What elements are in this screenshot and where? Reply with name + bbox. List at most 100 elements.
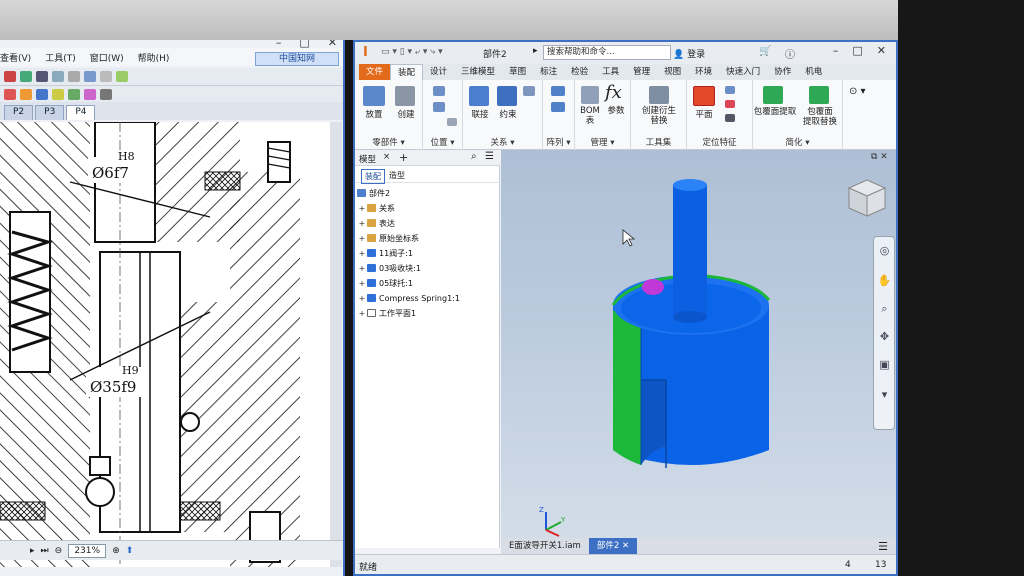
group-manage-label[interactable]: 管理 ▾ <box>575 136 630 148</box>
place-button[interactable]: 放置 <box>359 110 389 120</box>
orbit-icon[interactable]: ✥ <box>877 329 892 344</box>
page-icon[interactable] <box>116 71 128 82</box>
undo-icon[interactable] <box>4 71 16 82</box>
bom-button[interactable]: BOM 表 <box>577 106 603 126</box>
shrinkwrap-button[interactable]: 包覆面提取 <box>753 107 797 117</box>
menu-view[interactable]: 查看(V) <box>0 51 31 64</box>
help-search-input[interactable]: 搜索帮助和命令... <box>543 45 671 60</box>
group-component-label[interactable]: 零部件 ▾ <box>355 136 422 148</box>
tab-assemble[interactable]: 装配 <box>390 64 424 80</box>
nav-options-icon[interactable]: ▾ <box>877 387 892 402</box>
tree-item-origin[interactable]: + 原始坐标系 <box>357 231 419 245</box>
help-icon[interactable]: ⓘ <box>785 46 795 61</box>
create-component-icon[interactable] <box>395 86 415 106</box>
browser-close-icon[interactable]: × <box>383 152 390 162</box>
plane-icon[interactable] <box>693 86 715 106</box>
chevron-right-icon[interactable]: ▸ <box>533 46 538 56</box>
doc-tab-waveguide[interactable]: E面波导开关1.iam <box>501 538 589 554</box>
pen-icon[interactable] <box>4 89 16 100</box>
tab-p4[interactable]: P4 <box>66 105 96 120</box>
subtab-assembly[interactable]: 装配 <box>361 169 385 184</box>
zoom-out-icon[interactable]: ⊖ <box>55 546 63 556</box>
subtab-modeling[interactable]: 造型 <box>389 170 405 181</box>
ucs-icon[interactable] <box>725 114 735 122</box>
cart-icon[interactable]: 🛒 <box>759 46 771 57</box>
pattern-icon[interactable] <box>551 86 565 96</box>
group-position-label[interactable]: 位置 ▾ <box>423 136 462 148</box>
close-icon[interactable]: ✕ <box>877 44 886 57</box>
tab-electromechanical[interactable]: 机电 <box>798 64 829 80</box>
menu-window[interactable]: 窗口(W) <box>90 51 124 64</box>
tab-annotate[interactable]: 标注 <box>533 64 564 80</box>
grip-icon[interactable] <box>447 118 457 126</box>
cnki-button[interactable]: 中国知网 <box>255 52 339 66</box>
tree-item-relations[interactable]: + 关系 <box>357 201 395 215</box>
last-page-icon[interactable]: ⏭ <box>41 546 49 556</box>
expand-icon[interactable]: + <box>357 309 367 318</box>
maximize-icon[interactable]: □ <box>299 40 309 49</box>
tree-item-spring[interactable]: + Compress Spring1:1 <box>357 291 460 305</box>
menu-icon[interactable]: ☰ <box>485 151 494 162</box>
tab-collaborate[interactable]: 协作 <box>767 64 798 80</box>
rotate-icon[interactable] <box>433 102 445 112</box>
tab-3d-model[interactable]: 三维模型 <box>454 64 502 80</box>
shrinkwrap-substitute-icon[interactable] <box>809 86 829 104</box>
tab-tools[interactable]: 工具 <box>595 64 626 80</box>
fx-icon[interactable]: fx <box>605 82 622 103</box>
point-icon[interactable] <box>725 100 735 108</box>
expand-icon[interactable]: + <box>357 234 367 243</box>
bom-icon[interactable] <box>581 86 599 104</box>
doc-tab-part2[interactable]: 部件2 ✕ <box>588 538 638 554</box>
layout-icon[interactable] <box>84 71 96 82</box>
minimize-icon[interactable]: – <box>833 44 839 57</box>
maximize-icon[interactable]: □ <box>852 44 862 57</box>
login-button[interactable]: 👤 登录 <box>673 47 705 60</box>
select-icon[interactable] <box>36 71 48 82</box>
tab-inspect[interactable]: 检验 <box>564 64 595 80</box>
constrain-icon[interactable] <box>497 86 517 106</box>
look-at-icon[interactable]: ▣ <box>877 357 892 372</box>
minimize-icon[interactable]: – <box>276 40 282 49</box>
copy-icon[interactable] <box>100 71 112 82</box>
create-button[interactable]: 创建 <box>391 110 421 120</box>
shrinkwrap-substitute-button[interactable]: 包覆面 提取替换 <box>797 107 843 127</box>
zoom-in-icon[interactable]: ⊕ <box>112 546 120 556</box>
browser-add-icon[interactable]: + <box>399 151 408 164</box>
tab-file[interactable]: 文件 <box>359 64 391 80</box>
steering-wheel-icon[interactable]: ◎ <box>877 243 892 258</box>
group-relations-label[interactable]: 关系 ▾ <box>463 136 542 148</box>
close-icon[interactable]: ✕ <box>328 40 337 49</box>
move-icon[interactable] <box>433 86 445 96</box>
expand-icon[interactable]: + <box>357 204 367 213</box>
group-pattern-label[interactable]: 阵列 ▾ <box>543 136 574 148</box>
tab-p3[interactable]: P3 <box>35 105 65 120</box>
shrinkwrap-icon[interactable] <box>763 86 783 104</box>
tab-design[interactable]: 设计 <box>423 64 454 80</box>
ribbon-options-icon[interactable]: ⊙ ▾ <box>849 86 866 97</box>
graphics-viewport[interactable]: ⧉ ✕ Z Y ◎ ✋ ⌕ ✥ ▣ ▾ <box>501 150 896 548</box>
tab-get-started[interactable]: 快速入门 <box>719 64 767 80</box>
tree-item-part-2[interactable]: + 03吸收块:1 <box>357 261 421 275</box>
up-arrow-icon[interactable]: ⬆ <box>126 546 134 556</box>
mirror-icon[interactable] <box>551 102 565 112</box>
expand-icon[interactable]: + <box>357 219 367 228</box>
zoom-icon[interactable]: ⌕ <box>877 301 892 316</box>
tree-root[interactable]: 部件2 <box>357 186 390 200</box>
tab-view[interactable]: 视图 <box>657 64 688 80</box>
menu-tools[interactable]: 工具(T) <box>45 51 76 64</box>
search-icon[interactable]: ⌕ <box>471 151 477 162</box>
tab-environments[interactable]: 环境 <box>688 64 719 80</box>
parameters-button[interactable]: 参数 <box>603 106 629 116</box>
text-icon[interactable] <box>68 89 80 100</box>
left-vertical-scrollbar[interactable] <box>330 122 342 567</box>
quick-access-icons[interactable]: ▭ ▾ ▯ ▾ ⤶ ▾ ⤷ ▾ <box>381 47 443 57</box>
stamp-icon[interactable] <box>84 89 96 100</box>
constrain-button[interactable]: 约束 <box>493 110 523 120</box>
measure-icon[interactable] <box>100 89 112 100</box>
close-tab-icon[interactable]: ✕ <box>622 541 629 551</box>
place-icon[interactable] <box>363 86 385 106</box>
axis-icon[interactable] <box>725 86 735 94</box>
app-logo-icon[interactable]: I <box>363 45 368 60</box>
tab-p2[interactable]: P2 <box>4 105 34 120</box>
tree-item-part-3[interactable]: + 05球托:1 <box>357 276 413 290</box>
